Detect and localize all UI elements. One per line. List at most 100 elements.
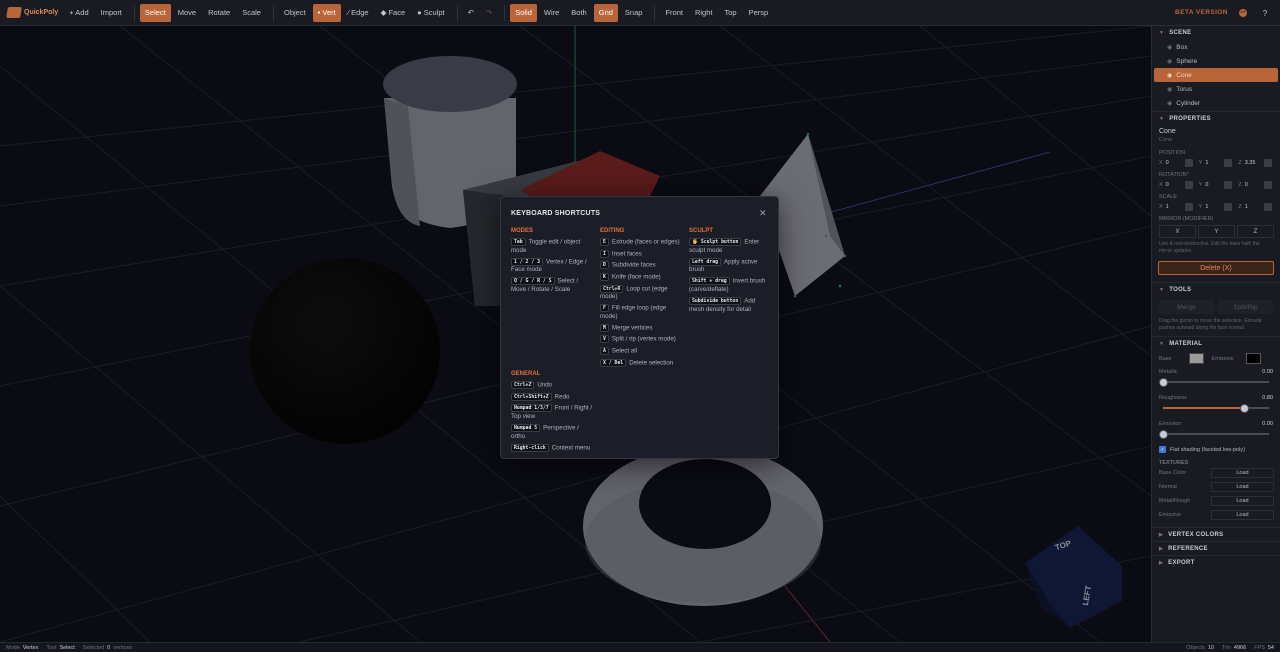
shortcut-item: E Extrude (faces or edges) [600,238,682,247]
add-button[interactable]: + Add [64,4,93,22]
position-x-input[interactable]: 0 [1166,158,1184,167]
select-tool-button[interactable]: Select [139,3,171,22]
redo-icon[interactable]: ↷ [481,4,497,22]
properties-section-header[interactable]: ▼ PROPERTIES [1152,111,1280,125]
rotation-z-input[interactable]: 0 [1245,180,1263,189]
right-sidebar: ▼ SCENE ◉ Box ◉ Sphere ◉ Cone ◉ Torus ◉ Cylind… [1151,26,1280,642]
axis-z-label: Z [1238,203,1242,210]
scene-section-header[interactable]: ▼ SCENE [1152,26,1280,40]
front-view-button[interactable]: Front [660,4,688,22]
eye-icon[interactable]: ◉ [1167,44,1172,51]
persp-view-button[interactable]: Persp [744,4,774,22]
stepper-icon[interactable] [1224,180,1233,189]
editing-column: EDITING E Extrude (faces or edges) I Inset… [600,227,682,370]
checkbox-checked-icon[interactable]: ✓ [1159,446,1166,453]
position-z-input[interactable]: 3.35 [1245,158,1263,167]
scene-item-torus[interactable]: ◉ Torus [1152,82,1280,96]
both-display-button[interactable]: Both [566,4,591,22]
scene-item-cone[interactable]: ◉ Cone [1154,68,1278,82]
import-button[interactable]: Import [96,4,127,22]
shortcut-item: 🖐 Sculpt button Enter sculpt mode [689,238,771,255]
object-mode-button[interactable]: Object [279,4,311,22]
stepper-icon[interactable] [1263,158,1272,167]
split-rip-button[interactable]: Split/Rip [1218,300,1273,314]
grid-toggle-button[interactable]: Grid [593,3,618,22]
axis-x-label: X [1159,203,1163,210]
rotation-y-input[interactable]: 0 [1205,180,1223,189]
texture-label: Normal [1159,484,1177,490]
move-tool-button[interactable]: Move [173,4,201,22]
shortcut-item: Subdivide button Add mesh density for det… [689,296,771,314]
shortcut-key: D [600,261,609,270]
scale-y-input[interactable]: 1 [1205,202,1223,211]
roughness-slider[interactable] [1159,404,1273,413]
close-icon[interactable]: ✕ [759,208,767,219]
dialog-title: KEYBOARD SHORTCUTS [511,210,601,217]
metallic-slider[interactable] [1159,378,1273,387]
delete-button[interactable]: Delete (X) [1158,261,1274,275]
vertex-colors-section-header[interactable]: ▶ VERTEX COLORS [1152,527,1280,541]
emissive-color-swatch[interactable] [1245,353,1261,364]
eye-icon[interactable]: ◉ [1167,58,1172,65]
top-view-button[interactable]: Top [719,4,741,22]
scene-item-label: Box [1176,43,1188,51]
flat-shading-row[interactable]: ✓ Flat shading (faceted low-poly) [1152,446,1280,453]
eye-icon[interactable]: ◉ [1167,72,1172,79]
shortcut-item: Left drag Apply active brush [689,257,771,275]
export-section-header[interactable]: ▶ EXPORT [1152,555,1280,569]
shortcut-item: D Subdivide faces [600,261,682,270]
material-section-header[interactable]: ▼ MATERIAL [1152,336,1280,350]
stepper-icon[interactable] [1263,202,1272,211]
scale-z-input[interactable]: 1 [1245,202,1263,211]
load-emissive-button[interactable]: Load [1211,510,1274,520]
emission-knob[interactable] [1159,430,1168,439]
status-fps-label: FPS [1254,644,1265,651]
scene-item-box[interactable]: ◉ Box [1152,40,1280,54]
right-view-button[interactable]: Right [690,4,718,22]
stepper-icon[interactable] [1224,158,1233,167]
stepper-icon[interactable] [1224,202,1233,211]
stepper-icon[interactable] [1184,158,1193,167]
merge-button[interactable]: Merge [1159,300,1214,314]
shortcut-key: Q / G / R / S [511,277,555,286]
rotate-tool-button[interactable]: Rotate [203,4,235,22]
metallic-knob[interactable] [1159,378,1168,387]
mirror-z-button[interactable]: Z [1237,225,1274,238]
sculpt-mode-button[interactable]: ● Sculpt [412,4,449,22]
position-y-input[interactable]: 1 [1205,158,1223,167]
stepper-icon[interactable] [1263,180,1272,189]
eye-icon[interactable]: ◉ [1167,100,1172,107]
undo-icon[interactable]: ↶ [463,4,479,22]
stepper-icon[interactable] [1184,180,1193,189]
face-mode-button[interactable]: ◆ Face [376,4,411,22]
mirror-y-button[interactable]: Y [1198,225,1235,238]
snap-toggle-button[interactable]: Snap [620,4,648,22]
chevron-right-icon: ▶ [1159,559,1164,566]
solid-display-button[interactable]: Solid [510,3,537,22]
palette-icon[interactable] [1236,6,1250,20]
load-metal-rough-button[interactable]: Load [1211,496,1274,506]
mirror-x-button[interactable]: X [1159,225,1196,238]
base-color-swatch[interactable] [1188,353,1204,364]
tools-section-header[interactable]: ▼ TOOLS [1152,282,1280,296]
vertex-mode-button[interactable]: • Vert [312,3,341,22]
scale-x-input[interactable]: 1 [1166,202,1184,211]
reference-section-header[interactable]: ▶ REFERENCE [1152,541,1280,555]
eye-icon[interactable]: ◉ [1167,86,1172,93]
properties-title: PROPERTIES [1169,115,1211,122]
scene-item-sphere[interactable]: ◉ Sphere [1152,54,1280,68]
scale-tool-button[interactable]: Scale [237,4,266,22]
wire-display-button[interactable]: Wire [539,4,564,22]
chevron-down-icon: ▼ [1159,340,1165,347]
roughness-knob[interactable] [1239,404,1249,413]
stepper-icon[interactable] [1184,202,1193,211]
scene-item-cylinder[interactable]: ◉ Cylinder [1152,96,1280,110]
roughness-label: Roughness [1159,395,1187,401]
help-icon[interactable]: ? [1258,6,1272,20]
load-base-color-button[interactable]: Load [1211,468,1274,478]
shortcut-key: Left drag [689,257,721,266]
edge-mode-button[interactable]: ⁄ Edge [343,4,374,22]
emission-slider[interactable] [1159,430,1273,439]
load-normal-button[interactable]: Load [1211,482,1274,492]
rotation-x-input[interactable]: 0 [1166,180,1184,189]
